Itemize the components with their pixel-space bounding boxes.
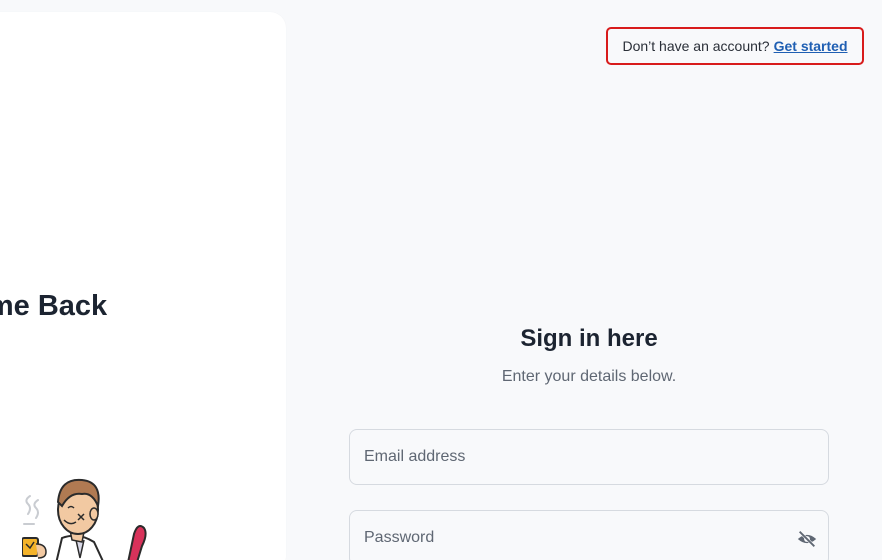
welcome-title: Welcome Back: [0, 290, 108, 323]
man-with-coffee-illustration: [22, 478, 147, 560]
email-input[interactable]: [350, 430, 828, 484]
get-started-link[interactable]: Get started: [774, 38, 848, 54]
signup-prompt: Don’t have an account? Get started: [606, 27, 864, 65]
sign-in-page: Welcome Back: [0, 0, 882, 560]
welcome-panel: Welcome Back: [0, 12, 286, 560]
eye-off-icon[interactable]: [796, 528, 818, 550]
password-field-wrapper: [349, 510, 829, 560]
signup-prompt-text: Don’t have an account?: [622, 38, 770, 54]
sign-in-heading: Sign in here: [520, 325, 658, 352]
password-input[interactable]: [350, 511, 828, 560]
email-field-wrapper: [349, 429, 829, 485]
sign-in-subheading: Enter your details below.: [501, 368, 677, 385]
